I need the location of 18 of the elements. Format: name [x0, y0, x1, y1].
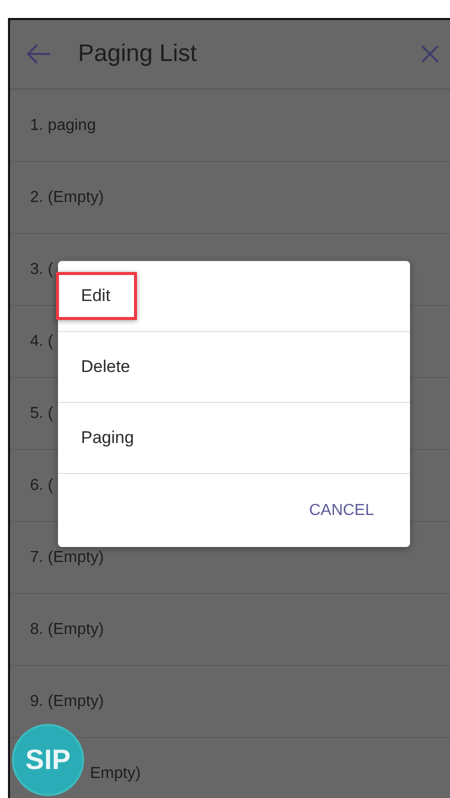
list-item[interactable]: 9. (Empty) [30, 690, 104, 714]
back-arrow-icon[interactable] [26, 43, 52, 65]
list-item[interactable]: 3. ( [30, 258, 54, 282]
header-title: Paging List [78, 39, 198, 69]
list-item[interactable]: 5. ( [30, 402, 54, 426]
list-item[interactable]: 8. (Empty) [30, 618, 104, 642]
close-icon[interactable] [420, 44, 440, 64]
sip-badge[interactable]: SIP [12, 724, 84, 796]
menu-item[interactable]: Delete [56, 343, 158, 391]
list-item[interactable]: 1. paging [30, 114, 96, 138]
list-item[interactable]: 7. (Empty) [30, 546, 104, 570]
menu-item[interactable]: Edit [56, 272, 138, 320]
list-item[interactable]: 6. ( [30, 474, 54, 498]
cancel-button[interactable]: CANCEL [303, 494, 380, 526]
menu-item[interactable]: Paging [56, 414, 161, 462]
list-item[interactable]: Empty) [90, 762, 141, 786]
list-item[interactable]: 4. ( [30, 330, 54, 354]
list-item[interactable]: 2. (Empty) [30, 186, 104, 210]
